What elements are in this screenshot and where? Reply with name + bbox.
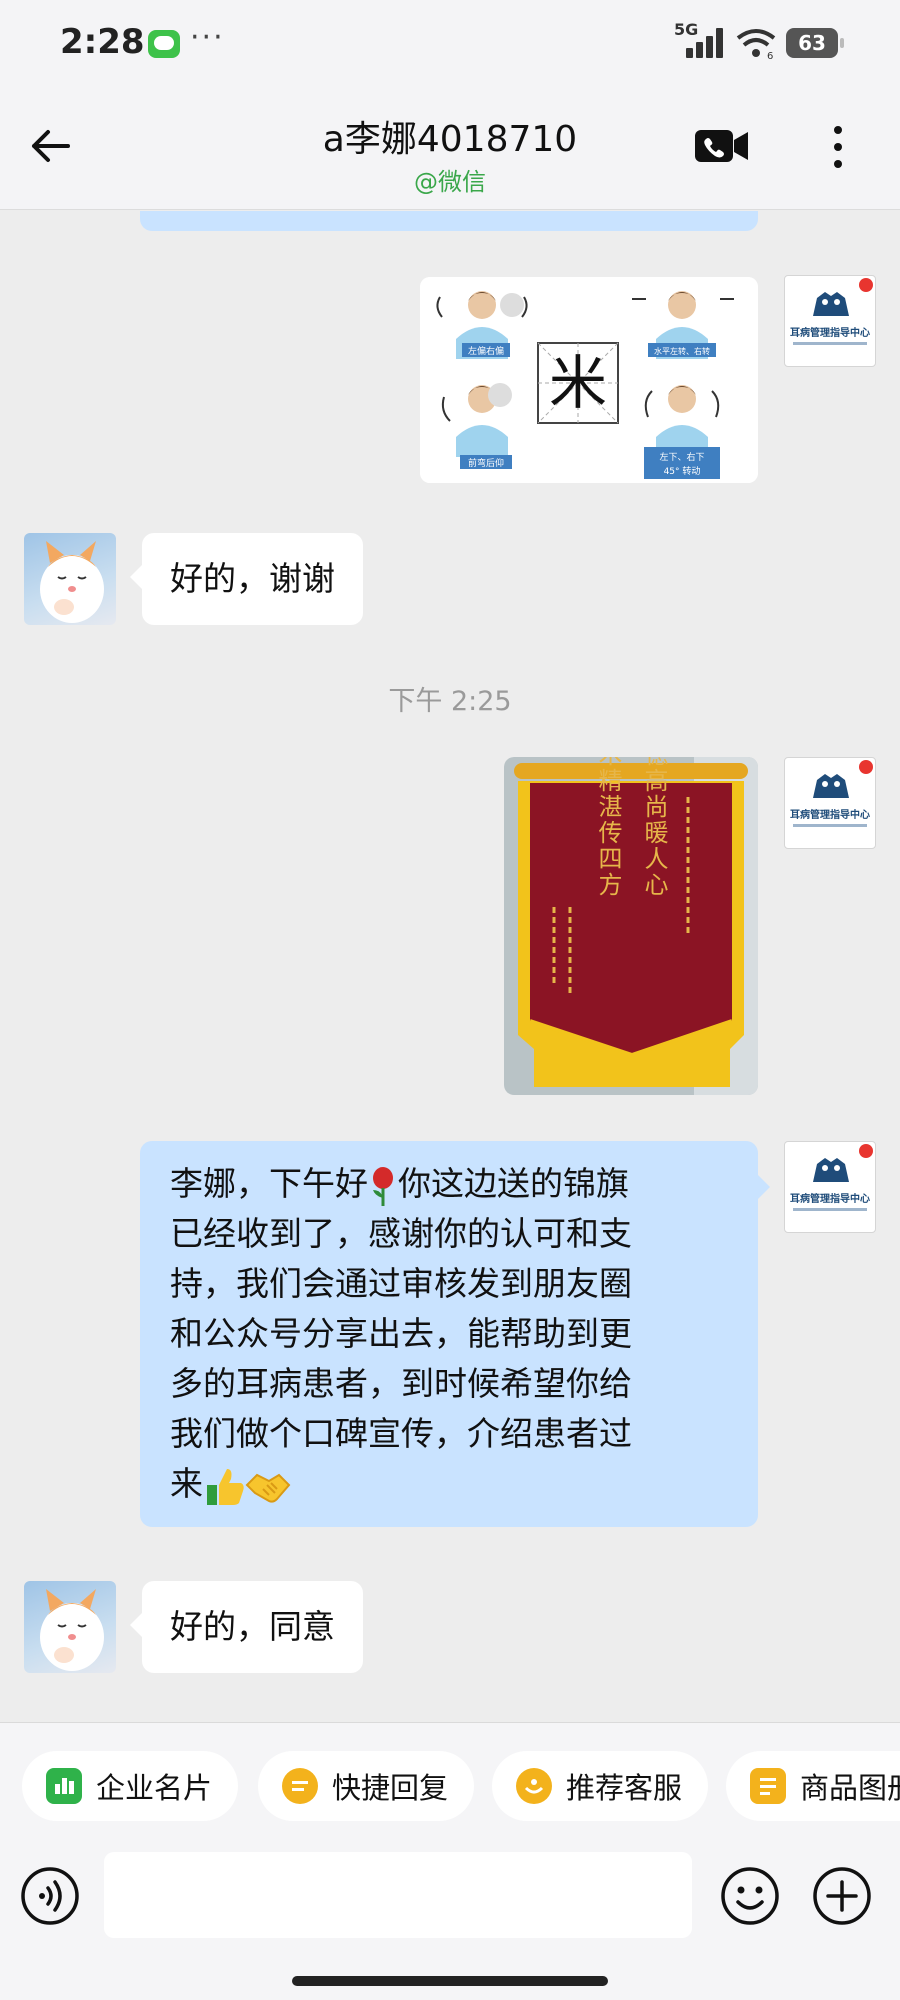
thumbs-up-emoji-icon — [207, 1468, 244, 1505]
self-avatar[interactable]: 耳病管理指导中心 — [784, 757, 876, 849]
svg-text:左下、右下: 左下、右下 — [659, 451, 704, 463]
message-line: 多的耳病患者，到时候希望你给 — [170, 1364, 632, 1403]
quick-action-bar: 企业名片 快捷回复 推荐客服 商品图册 — [0, 1722, 900, 1846]
wifi-icon: 6 — [736, 29, 776, 60]
more-notifications-indicator: ··· — [190, 20, 225, 55]
message-line: 李娜，下午好 你这边送的锦旗 — [170, 1159, 730, 1209]
time-separator: 下午 2:25 — [388, 686, 512, 717]
signal-strength-icon — [686, 28, 726, 58]
voice-input-icon[interactable] — [20, 1866, 80, 1926]
video-call-icon[interactable] — [694, 126, 750, 166]
rose-emoji-icon — [373, 1166, 393, 1206]
org-name: 耳病管理指导中心 — [790, 1194, 870, 1205]
org-name: 耳病管理指导中心 — [790, 810, 870, 821]
mi-character: 米 — [549, 349, 607, 417]
self-avatar[interactable]: 耳病管理指导中心 — [784, 1141, 876, 1233]
outgoing-message-bubble[interactable]: 李娜，下午好 你这边送的锦旗 已经收到了，感谢你的认可和支 持，我们会通过审核发到… — [140, 1141, 770, 1527]
quick-reply-chip[interactable]: 快捷回复 — [258, 1751, 475, 1821]
svg-text:前弯后仰: 前弯后仰 — [468, 457, 504, 469]
banner-line-1: 医德高尚暖人心 — [640, 757, 668, 898]
unread-dot — [859, 278, 873, 292]
chip-label: 推荐客服 — [566, 1771, 683, 1805]
status-bar: 2:28 ··· 5G 6 63 — [0, 0, 900, 90]
incoming-message-bubble[interactable]: 好的，同意 — [130, 1581, 363, 1673]
org-logo-icon — [813, 292, 849, 316]
svg-text:45° 转动: 45° 转动 — [664, 465, 701, 477]
product-catalog-chip[interactable]: 商品图册 — [726, 1751, 900, 1821]
neck-exercise-diagram: 米 左偏右偏 水平左转、右转 前弯后仰 左下、右下 45° 转动 — [420, 277, 758, 483]
quick-reply-icon — [282, 1768, 318, 1804]
self-avatar[interactable]: 耳病管理指导中心 — [784, 275, 876, 367]
svg-text:左偏右偏: 左偏右偏 — [468, 345, 504, 357]
home-indicator[interactable] — [292, 1976, 608, 1986]
recommend-service-chip[interactable]: 推荐客服 — [492, 1751, 709, 1821]
peer-avatar[interactable] — [24, 1581, 116, 1673]
business-card-chip[interactable]: 企业名片 — [22, 1751, 239, 1821]
product-catalog-icon — [750, 1768, 786, 1804]
org-name: 耳病管理指导中心 — [790, 328, 870, 339]
message-line: 和公众号分享出去，能帮助到更 — [170, 1314, 632, 1353]
message-line: 来 — [170, 1459, 730, 1509]
peer-avatar[interactable] — [24, 533, 116, 625]
message-input-bar — [0, 1846, 900, 2000]
message-notification-icon — [148, 30, 180, 58]
message-line: 持，我们会通过审核发到朋友圈 — [170, 1264, 632, 1303]
handshake-emoji-icon — [245, 1473, 291, 1503]
chip-label: 商品图册 — [800, 1771, 900, 1805]
incoming-message-bubble[interactable]: 好的，谢谢 — [130, 533, 363, 625]
org-logo-icon — [813, 1158, 849, 1182]
previous-message-bubble[interactable] — [140, 211, 758, 231]
chip-label: 企业名片 — [96, 1771, 213, 1805]
message-line: 已经收到了，感谢你的认可和支 — [170, 1214, 632, 1253]
chat-title: a李娜4018710 — [322, 119, 578, 160]
chat-header: a李娜4018710 @微信 — [0, 90, 900, 210]
message-text-input[interactable] — [104, 1852, 692, 1938]
svg-text:水平左转、右转: 水平左转、右转 — [654, 346, 710, 356]
battery-indicator: 63 — [786, 28, 844, 58]
org-logo-icon — [813, 774, 849, 798]
exercise-image-message[interactable]: 米 左偏右偏 水平左转、右转 前弯后仰 左下、右下 45° 转动 — [420, 277, 758, 483]
unread-dot — [859, 760, 873, 774]
status-time: 2:28 — [60, 22, 145, 62]
more-options-button[interactable] — [820, 120, 856, 174]
cat-avatar-image — [40, 541, 104, 623]
add-more-icon[interactable] — [812, 1866, 872, 1926]
customer-service-icon — [516, 1768, 552, 1804]
unread-dot — [859, 1144, 873, 1158]
business-card-icon — [46, 1768, 82, 1804]
wifi-band-label: 6 — [767, 51, 773, 60]
chat-message-list[interactable]: 米 左偏右偏 水平左转、右转 前弯后仰 左下、右下 45° 转动 耳病管理指导中… — [0, 211, 900, 1721]
emoji-icon[interactable] — [720, 1866, 780, 1926]
banner-line-2: 医术精湛传四方 — [594, 757, 622, 898]
chip-label: 快捷回复 — [332, 1771, 449, 1805]
silk-banner-photo: 医德高尚暖人心 医术精湛传四方 — [504, 757, 758, 1095]
message-line: 我们做个口碑宣传，介绍患者过 — [170, 1414, 632, 1453]
chat-source-label: @微信 — [414, 168, 486, 196]
cat-avatar-image — [40, 1589, 104, 1671]
banner-image-message[interactable]: 医德高尚暖人心 医术精湛传四方 — [504, 757, 758, 1095]
